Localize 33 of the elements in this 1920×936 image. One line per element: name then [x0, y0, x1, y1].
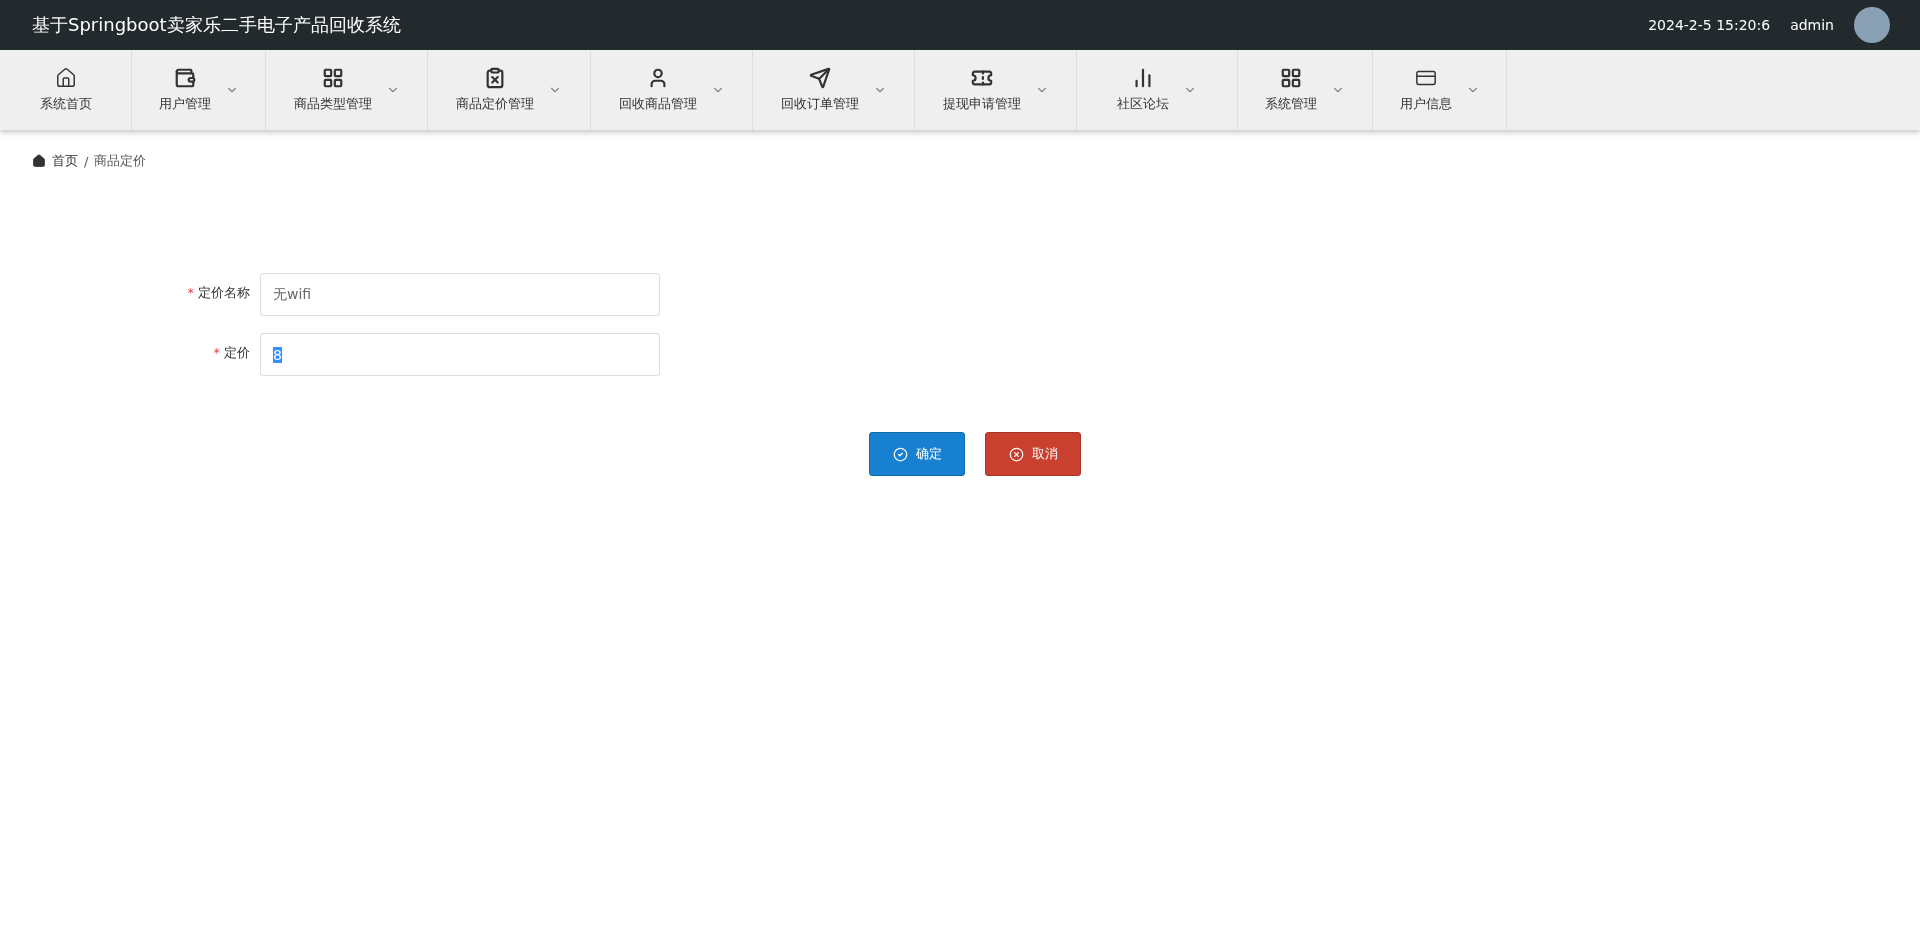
nav-item[interactable]: 系统管理 — [1238, 50, 1373, 130]
wallet-icon — [173, 67, 196, 89]
bar-chart-icon — [1132, 67, 1154, 89]
home-icon — [54, 67, 77, 89]
date-time: 2024-2-5 15:20:6 — [1648, 17, 1771, 33]
paper-plane-icon — [808, 67, 831, 89]
field-label: * 定价名称 — [186, 284, 251, 302]
nav-item[interactable]: 回收商品管理 — [591, 50, 753, 130]
ticket-icon — [970, 67, 993, 89]
nav-item[interactable]: 回收订单管理 — [753, 50, 915, 130]
nav-item[interactable]: 用户信息 — [1373, 50, 1507, 130]
clipboard-x-icon — [484, 67, 506, 89]
nav-item[interactable]: 用户管理 — [132, 50, 266, 130]
home-icon — [32, 154, 46, 168]
nav-item[interactable]: 提现申请管理 — [915, 50, 1077, 130]
cancel-button[interactable]: 取消 — [985, 432, 1081, 476]
close-circle-icon — [1008, 446, 1024, 462]
breadcrumb-current: 商品定价 — [94, 152, 147, 170]
avatar[interactable] — [1854, 7, 1890, 43]
input-field[interactable]: 无wifi — [260, 273, 660, 316]
breadcrumb-link[interactable]: 首页 — [52, 152, 78, 170]
nav-item[interactable]: 商品类型管理 — [266, 50, 428, 130]
grid-icon — [1280, 67, 1302, 89]
nav-item[interactable]: 商品定价管理 — [428, 50, 591, 130]
app-title: 基于Springboot卖家乐二手电子产品回收系统 — [32, 13, 401, 37]
field-label: * 定价 — [212, 344, 251, 362]
nav-item[interactable]: 系统首页 — [0, 50, 132, 130]
nav-item[interactable]: 社区论坛 — [1077, 50, 1238, 130]
breadcrumb-separator: / — [84, 153, 89, 169]
confirm-button[interactable]: 确定 — [869, 432, 965, 476]
grid-icon — [321, 67, 344, 89]
check-circle-icon — [892, 446, 908, 462]
username[interactable]: admin — [1790, 17, 1834, 33]
